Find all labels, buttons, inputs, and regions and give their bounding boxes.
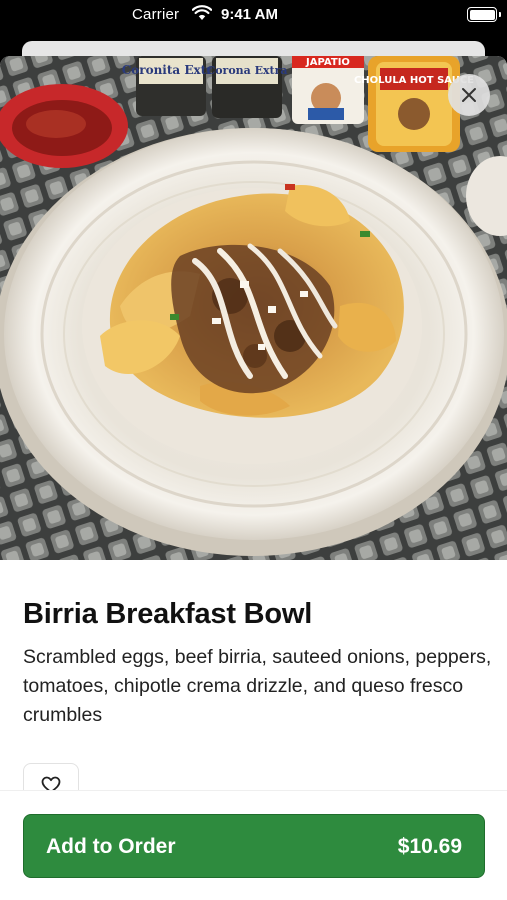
item-detail-sheet: Coronita Extra Corona Extra JAPATIO CHOL… [0,56,507,900]
bottle-label-2: Corona Extra [206,64,287,77]
item-info: Birria Breakfast Bowl Scrambled eggs, be… [23,596,493,730]
item-price: $10.69 [397,835,462,858]
item-description: Scrambled eggs, beef birria, sauteed oni… [23,646,492,726]
close-button[interactable] [448,74,490,116]
carrier-label: Carrier [132,6,180,23]
battery-icon [467,7,501,22]
add-to-order-label: Add to Order [46,835,176,858]
close-icon [462,88,476,102]
item-title: Birria Breakfast Bowl [23,598,313,630]
wifi-icon [192,5,212,20]
bottom-action-bar: Add to Order $10.69 [0,790,507,900]
bottle-label-3: JAPATIO [305,57,350,68]
hot-sauce-bottle: JAPATIO [292,56,364,124]
clock-time: 9:41 AM [221,6,278,23]
add-to-order-button[interactable]: Add to Order $10.69 [23,814,485,878]
item-photo: Coronita Extra Corona Extra JAPATIO CHOL… [0,56,507,560]
beer-bottle: Corona Extra [206,56,288,118]
status-bar: Carrier 9:41 AM [0,0,507,34]
